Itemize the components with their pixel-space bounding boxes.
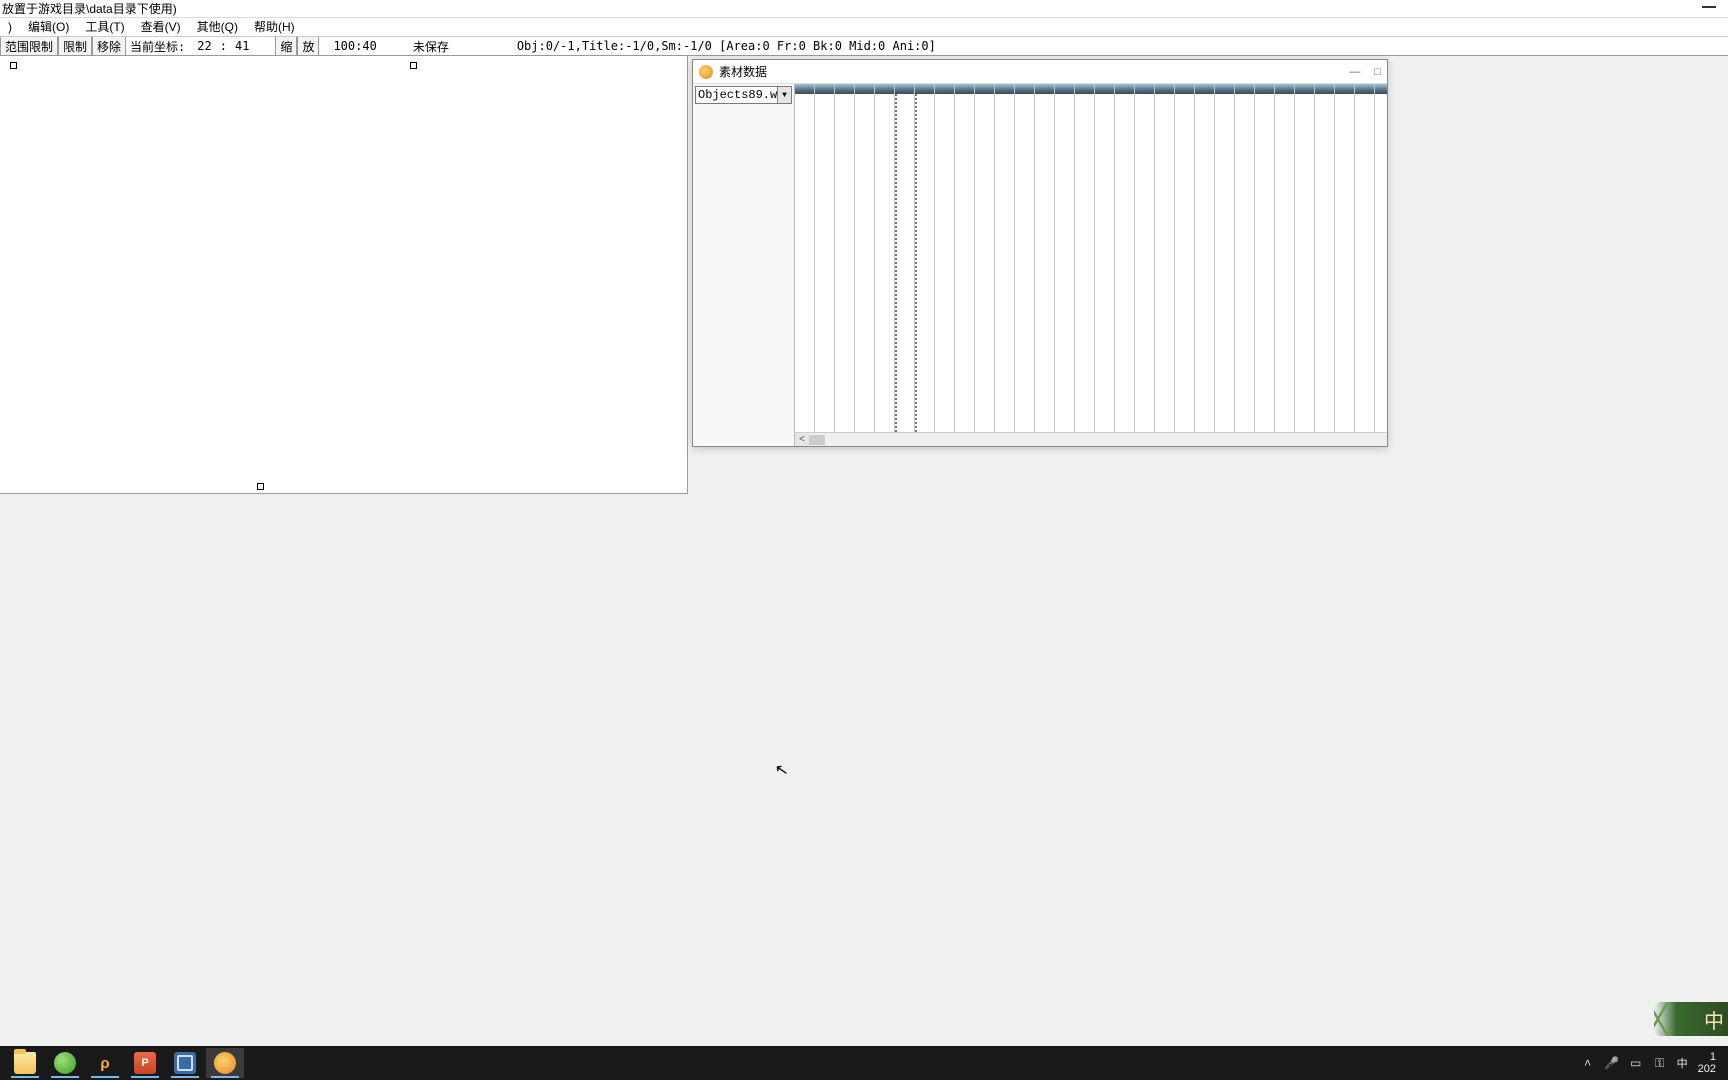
tray-mic-icon[interactable]: 🎤 xyxy=(1605,1056,1619,1070)
materials-window: 素材数据 — □ Objects89.wil ▼ < xyxy=(692,59,1388,447)
powerpoint-icon: P xyxy=(134,1052,156,1074)
cursor-icon: ↖ xyxy=(773,759,790,781)
window-title: 放置于游戏目录\data目录下使用) xyxy=(2,2,177,16)
materials-body: Objects89.wil ▼ < xyxy=(693,84,1387,446)
tray-date[interactable]: 202 xyxy=(1698,1063,1716,1075)
horizontal-scrollbar[interactable]: < xyxy=(795,432,1387,446)
tray-ime[interactable]: 中 xyxy=(1677,1055,1688,1071)
canvas-panel[interactable] xyxy=(0,56,688,494)
title-bar: 放置于游戏目录\data目录下使用) xyxy=(0,0,1728,18)
folder-icon xyxy=(14,1052,36,1074)
file-select-combo[interactable]: Objects89.wil ▼ xyxy=(695,86,792,104)
menu-item-help[interactable]: 帮助(H) xyxy=(248,18,301,36)
range-limit-button[interactable]: 范围限制 xyxy=(0,37,58,55)
save-status: 未保存 xyxy=(409,38,453,55)
recorder-icon xyxy=(174,1052,196,1074)
zoom-value: 100:40 xyxy=(329,39,380,53)
zoom-out-button[interactable]: 缩 xyxy=(275,37,297,55)
coord-label: 当前坐标: xyxy=(126,38,189,55)
watermark: 中 xyxy=(1654,1002,1728,1036)
browser-icon xyxy=(54,1052,76,1074)
system-tray: ˄ 🎤 ▭ ⚿ 中 1 202 xyxy=(1581,1051,1722,1075)
coord-x: 22 xyxy=(189,39,219,53)
grid-columns xyxy=(795,84,1387,432)
materials-title-bar[interactable]: 素材数据 — □ xyxy=(693,60,1387,84)
tray-battery-icon[interactable]: ▭ xyxy=(1629,1056,1643,1070)
materials-grid[interactable]: < xyxy=(795,84,1387,446)
materials-title: 素材数据 xyxy=(719,63,767,80)
coord-sep: : xyxy=(220,39,227,53)
resize-handle-s[interactable] xyxy=(257,483,264,490)
menu-item-view[interactable]: 查看(V) xyxy=(135,18,187,36)
editor-icon xyxy=(214,1052,236,1074)
taskbar-file-explorer[interactable] xyxy=(6,1048,44,1078)
taskbar-browser[interactable] xyxy=(46,1048,84,1078)
materials-minimize-button[interactable]: — xyxy=(1349,66,1360,78)
minimize-button[interactable] xyxy=(1702,6,1716,8)
limit-button[interactable]: 限制 xyxy=(58,37,92,55)
taskbar-powerpoint[interactable]: P xyxy=(126,1048,164,1078)
menu-item-tools[interactable]: 工具(T) xyxy=(79,18,130,36)
taskbar-recorder[interactable] xyxy=(166,1048,204,1078)
coord-y: 41 xyxy=(227,39,257,53)
scroll-thumb[interactable] xyxy=(809,435,825,445)
file-select-value: Objects89.wil xyxy=(696,87,777,103)
p-icon: ρ xyxy=(94,1052,116,1074)
taskbar: ρ P ˄ 🎤 ▭ ⚿ 中 1 202 xyxy=(0,1046,1728,1080)
materials-nav: Objects89.wil ▼ xyxy=(693,84,795,446)
toolbar: 范围限制 限制 移除 当前坐标: 22 : 41 缩 放 100:40 未保存 … xyxy=(0,36,1728,56)
chevron-down-icon[interactable]: ▼ xyxy=(777,87,791,103)
watermark-text: 中 xyxy=(1704,1005,1724,1034)
move-button[interactable]: 移除 xyxy=(92,37,126,55)
resize-handle-nw[interactable] xyxy=(10,62,17,69)
taskbar-editor[interactable] xyxy=(206,1048,244,1078)
scroll-left-icon[interactable]: < xyxy=(795,433,809,447)
tray-wifi-icon[interactable]: ⚿ xyxy=(1653,1056,1667,1070)
menu-item-other[interactable]: 其他(Q) xyxy=(191,18,244,36)
tray-chevron-up-icon[interactable]: ˄ xyxy=(1581,1056,1595,1070)
resize-handle-n[interactable] xyxy=(410,62,417,69)
menu-bar: ) 编辑(O) 工具(T) 查看(V) 其他(Q) 帮助(H) xyxy=(0,18,1728,36)
tray-time[interactable]: 1 xyxy=(1698,1051,1716,1063)
menu-item-edit[interactable]: 编辑(O) xyxy=(22,18,75,36)
materials-icon xyxy=(699,65,713,79)
zoom-in-button[interactable]: 放 xyxy=(297,37,319,55)
menu-item-first[interactable]: ) xyxy=(2,18,18,36)
taskbar-app-p[interactable]: ρ xyxy=(86,1048,124,1078)
materials-maximize-button[interactable]: □ xyxy=(1374,66,1381,78)
obj-info: Obj:0/-1,Title:-1/0,Sm:-1/0 [Area:0 Fr:0… xyxy=(513,39,940,53)
